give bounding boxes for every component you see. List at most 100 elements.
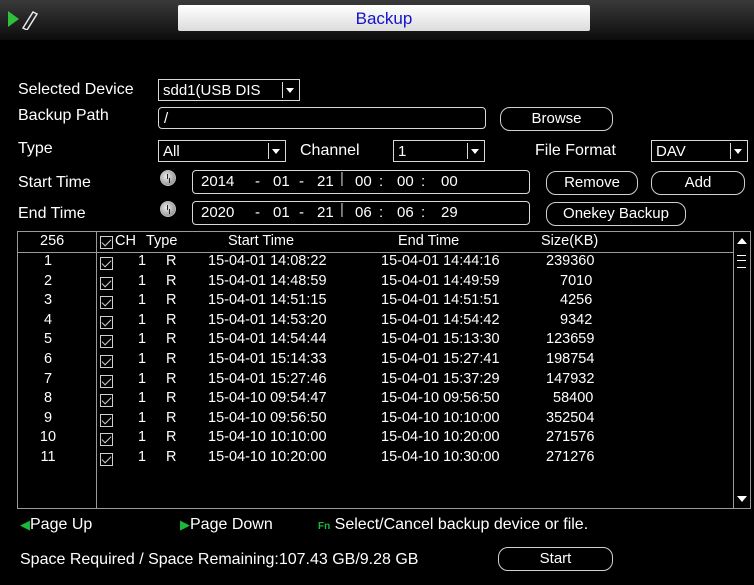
row-size: 123659	[546, 331, 595, 348]
row-index: 8	[43, 390, 53, 407]
row-start: 15-04-01 14:51:15	[208, 292, 327, 309]
start-time-field[interactable]: 2014 - 01 - 21 | 00 : 00 : 00	[192, 170, 530, 194]
backup-window: Backup Selected Device sdd1(USB DIS Back…	[0, 0, 754, 585]
scroll-down-icon[interactable]	[737, 496, 747, 502]
table-row[interactable]: 4 1 R 15-04-01 14:53:20 15-04-01 14:54:4…	[18, 312, 734, 332]
row-end: 15-04-10 10:10:00	[381, 409, 500, 426]
row-type: R	[166, 370, 177, 387]
type-select[interactable]: All	[158, 140, 286, 162]
window-title: Backup	[355, 9, 413, 28]
row-size: 271276	[546, 449, 595, 465]
row-checkbox[interactable]	[100, 296, 113, 310]
row-checkbox[interactable]	[100, 355, 113, 368]
file-format-select[interactable]: DAV	[651, 140, 748, 162]
remove-button[interactable]: Remove	[546, 171, 638, 195]
start-hour[interactable]: 00	[355, 173, 372, 190]
row-checkbox[interactable]	[100, 335, 113, 349]
table-row[interactable]: 11 1 R 15-04-10 10:20:00 15-04-10 10:30:…	[18, 449, 734, 469]
row-checkbox[interactable]	[100, 257, 113, 270]
start-button[interactable]: Start	[498, 547, 613, 571]
row-checkbox[interactable]	[100, 374, 113, 388]
row-index: 5	[43, 331, 53, 348]
row-index: 9	[43, 409, 53, 426]
end-year[interactable]: 2020	[201, 204, 234, 221]
start-day[interactable]: 21	[317, 173, 334, 190]
row-start: 15-04-01 14:53:20	[208, 311, 327, 328]
row-type: R	[166, 429, 177, 446]
row-ch: 1	[138, 311, 147, 328]
row-checkbox[interactable]	[100, 453, 113, 466]
page-down-hint[interactable]: ▶​ Page Down	[180, 516, 273, 534]
row-size: 198754	[546, 351, 595, 367]
selected-device-value: sdd1(USB DIS	[163, 82, 261, 99]
backup-path-field[interactable]: /	[158, 107, 486, 129]
row-index: 2	[43, 272, 53, 289]
row-type: R	[166, 331, 177, 348]
table-row[interactable]: 7 1 R 15-04-01 15:27:46 15-04-01 15:37:2…	[18, 371, 734, 391]
row-ch: 1	[138, 409, 147, 426]
clock-icon[interactable]	[160, 170, 176, 186]
clock-icon[interactable]	[160, 201, 176, 217]
row-index: 7	[43, 370, 53, 387]
page-up-label: Page Up	[30, 516, 93, 533]
file-format-label: File Format	[535, 142, 616, 159]
table-scrollbar[interactable]	[733, 232, 750, 508]
scroll-up-icon[interactable]	[737, 238, 747, 244]
row-checkbox[interactable]	[100, 413, 113, 427]
page-up-hint[interactable]: ◀​ Page Up	[20, 516, 92, 534]
end-hour[interactable]: 06	[355, 204, 372, 221]
date-separator: -	[255, 173, 260, 190]
row-size: 271576	[546, 429, 595, 446]
row-ch: 1	[138, 449, 147, 465]
time-separator: :	[421, 173, 426, 190]
add-button[interactable]: Add	[651, 171, 745, 195]
row-checkbox[interactable]	[100, 433, 113, 447]
row-checkbox[interactable]	[100, 315, 113, 329]
row-start: 15-04-01 15:27:46	[208, 370, 327, 387]
header-count: 256	[40, 233, 65, 249]
header-size: Size(KB)	[541, 233, 599, 249]
row-start: 15-04-10 10:10:00	[208, 429, 327, 446]
selected-device-select[interactable]: sdd1(USB DIS	[158, 79, 300, 101]
start-year[interactable]: 2014	[201, 173, 234, 190]
scroll-thumb[interactable]	[737, 255, 746, 268]
row-index: 11	[40, 449, 56, 465]
page-down-label: Page Down	[190, 516, 273, 533]
end-second[interactable]: 29	[441, 204, 458, 221]
fn-badge: Fn	[318, 521, 331, 532]
channel-select[interactable]: 1	[393, 140, 485, 162]
table-row[interactable]: 6 1 R 15-04-01 15:14:33 15-04-01 15:27:4…	[18, 351, 734, 371]
table-row[interactable]: 1 1 R 15-04-01 14:08:22 15-04-01 14:44:1…	[18, 253, 734, 273]
onekey-backup-button[interactable]: Onekey Backup	[546, 202, 686, 226]
row-checkbox[interactable]	[100, 276, 113, 290]
row-ch: 1	[138, 390, 147, 407]
row-type: R	[166, 449, 177, 465]
backup-path-label: Backup Path	[18, 107, 109, 124]
start-second[interactable]: 00	[441, 173, 458, 190]
row-start: 15-04-10 10:20:00	[208, 449, 327, 465]
table-row[interactable]: 9 1 R 15-04-10 09:56:50 15-04-10 10:10:0…	[18, 410, 734, 430]
file-format-value: DAV	[656, 143, 686, 160]
start-minute[interactable]: 00	[397, 173, 414, 190]
table-row[interactable]: 10 1 R 15-04-10 10:10:00 15-04-10 10:20:…	[18, 429, 734, 449]
row-index: 4	[43, 311, 53, 328]
row-end: 15-04-10 09:56:50	[381, 390, 500, 407]
row-ch: 1	[138, 370, 147, 387]
row-start: 15-04-01 14:48:59	[208, 272, 327, 289]
browse-button[interactable]: Browse	[500, 107, 613, 131]
row-ch: 1	[138, 253, 147, 269]
start-month[interactable]: 01	[273, 173, 290, 190]
row-checkbox[interactable]	[100, 394, 113, 408]
end-time-field[interactable]: 2020 - 01 - 21 | 06 : 06 : 29	[192, 201, 530, 225]
end-minute[interactable]: 06	[397, 204, 414, 221]
table-row[interactable]: 3 1 R 15-04-01 14:51:15 15-04-01 14:51:5…	[18, 292, 734, 312]
row-type: R	[166, 390, 177, 407]
table-row[interactable]: 5 1 R 15-04-01 14:54:44 15-04-01 15:13:3…	[18, 331, 734, 351]
select-all-checkbox[interactable]	[100, 236, 113, 249]
row-type: R	[166, 272, 177, 289]
end-month[interactable]: 01	[273, 204, 290, 221]
row-size: 7010	[560, 272, 593, 289]
table-row[interactable]: 8 1 R 15-04-10 09:54:47 15-04-10 09:56:5…	[18, 390, 734, 410]
end-day[interactable]: 21	[317, 204, 334, 221]
table-row[interactable]: 2 1 R 15-04-01 14:48:59 15-04-01 14:49:5…	[18, 273, 734, 293]
